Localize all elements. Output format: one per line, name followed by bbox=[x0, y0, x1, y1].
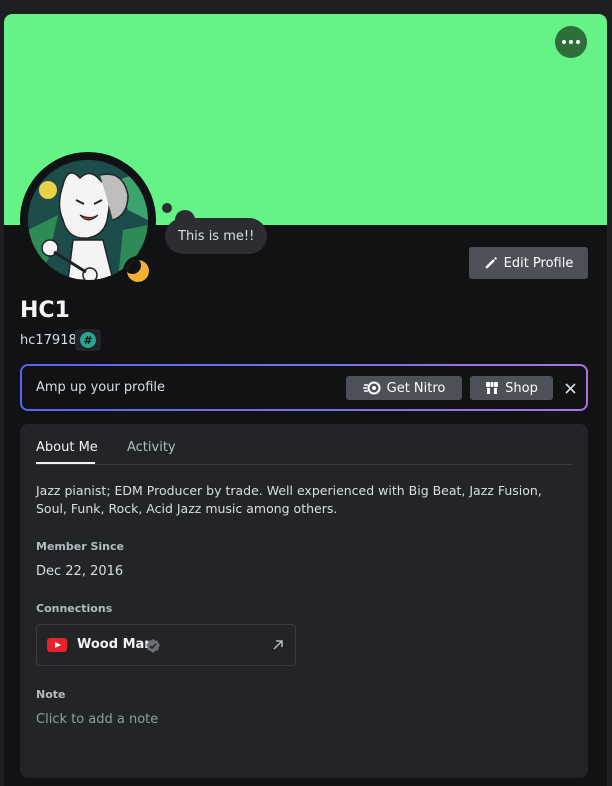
more-options-button[interactable] bbox=[555, 26, 587, 58]
avatar-status bbox=[123, 256, 153, 286]
active-tab-indicator bbox=[36, 462, 95, 464]
nitro-upsell-bar: Amp up your profile Get Nitro Shop bbox=[20, 364, 588, 411]
hashtag-badge[interactable]: # bbox=[75, 329, 101, 351]
member-since-value: Dec 22, 2016 bbox=[36, 564, 124, 579]
status-bubble-dot bbox=[162, 203, 172, 213]
pencil-icon bbox=[485, 257, 497, 269]
about-me-bio: Jazz pianist; EDM Producer by trade. Wel… bbox=[36, 483, 542, 516]
shop-button[interactable]: Shop bbox=[470, 376, 553, 400]
display-name: HC1 bbox=[20, 298, 70, 323]
note-input[interactable]: Click to add a note bbox=[36, 712, 572, 734]
edit-profile-button[interactable]: Edit Profile bbox=[469, 247, 588, 279]
shop-label: Shop bbox=[505, 380, 538, 396]
custom-status-bubble[interactable]: This is me!! bbox=[165, 218, 268, 254]
connection-name: Wood Man bbox=[77, 637, 154, 652]
more-horizontal-icon bbox=[562, 40, 566, 44]
close-button[interactable] bbox=[560, 378, 580, 398]
profile-tabs: About Me Activity bbox=[36, 438, 572, 465]
get-nitro-button[interactable]: Get Nitro bbox=[346, 376, 462, 400]
username[interactable]: hc17918 bbox=[20, 333, 77, 348]
nitro-upsell-text: Amp up your profile bbox=[36, 380, 165, 395]
profile-details-card: About Me Activity Jazz pianist; EDM Prod… bbox=[20, 424, 588, 778]
youtube-icon bbox=[47, 638, 67, 652]
get-nitro-label: Get Nitro bbox=[386, 380, 446, 396]
close-icon bbox=[564, 382, 576, 394]
note-label: Note bbox=[36, 688, 66, 701]
external-link-icon[interactable] bbox=[271, 638, 285, 652]
tab-activity[interactable]: Activity bbox=[127, 440, 176, 455]
tab-about-me[interactable]: About Me bbox=[36, 440, 98, 455]
hashtag-icon: # bbox=[80, 332, 96, 348]
avatar[interactable] bbox=[20, 152, 156, 288]
user-profile-modal: This is me!! Edit Profile HC1 hc17918 # … bbox=[4, 14, 607, 786]
connections-label: Connections bbox=[36, 602, 113, 615]
edit-profile-label: Edit Profile bbox=[503, 255, 574, 271]
verified-check-icon bbox=[146, 639, 160, 653]
connection-item[interactable]: Wood Man bbox=[36, 624, 296, 666]
shop-icon bbox=[486, 382, 499, 394]
member-since-label: Member Since bbox=[36, 540, 124, 553]
idle-moon-icon bbox=[127, 260, 149, 282]
nitro-icon bbox=[362, 381, 381, 395]
